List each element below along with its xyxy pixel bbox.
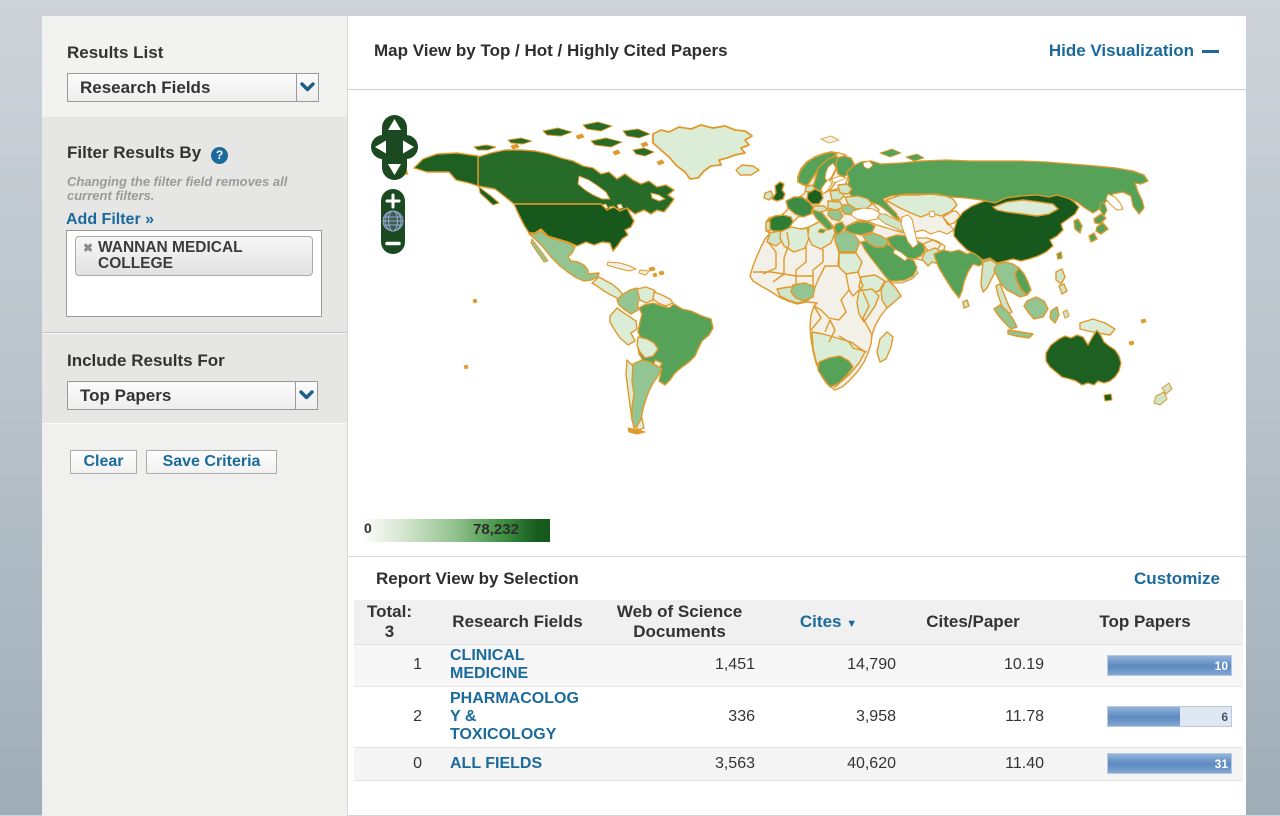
svg-text:78,232: 78,232 [473, 521, 519, 538]
svg-text:0: 0 [364, 520, 372, 536]
